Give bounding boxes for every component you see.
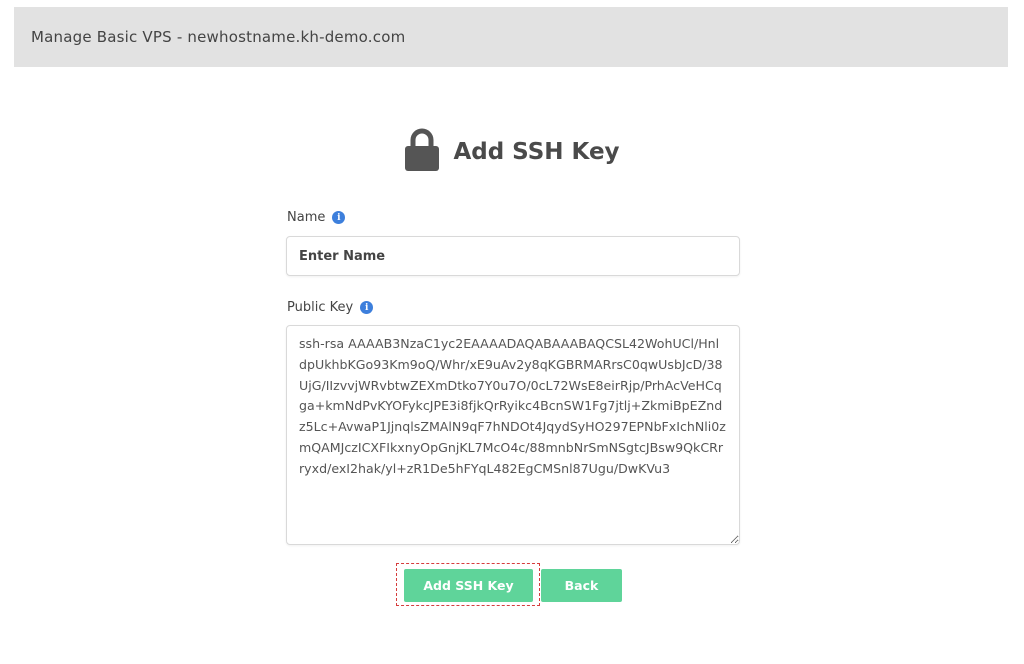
name-label: Name i <box>287 210 346 225</box>
form-heading: Add SSH Key <box>0 128 1024 176</box>
page-title: Manage Basic VPS - newhostname.kh-demo.c… <box>31 28 406 46</box>
add-ssh-key-button[interactable]: Add SSH Key <box>404 569 533 602</box>
public-key-label-text: Public Key <box>287 300 354 315</box>
name-input[interactable] <box>286 236 740 276</box>
name-label-text: Name <box>287 210 326 225</box>
form-title: Add SSH Key <box>453 139 620 165</box>
info-icon[interactable]: i <box>360 301 374 314</box>
back-button[interactable]: Back <box>541 569 622 602</box>
info-icon[interactable]: i <box>332 211 346 224</box>
lock-icon <box>404 128 453 176</box>
public-key-label: Public Key i <box>287 300 374 315</box>
public-key-textarea[interactable]: ssh-rsa AAAAB3NzaC1yc2EAAAADAQABAAABAQCS… <box>286 325 740 545</box>
page-header: Manage Basic VPS - newhostname.kh-demo.c… <box>14 7 1008 67</box>
